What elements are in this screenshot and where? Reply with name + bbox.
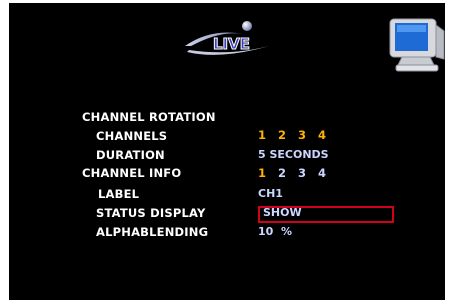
status-display-label: STATUS DISPLAY [96, 206, 206, 220]
channels-label: CHANNELS [96, 129, 168, 143]
label-value[interactable]: CH1 [258, 187, 283, 200]
channel-1-option[interactable]: 1 [258, 128, 278, 142]
channel-info-heading: CHANNEL INFO [82, 166, 182, 180]
channel-4-option[interactable]: 4 [318, 128, 338, 142]
label-label: LABEL [98, 187, 140, 201]
channel-info-1-option[interactable]: 1 [258, 166, 278, 180]
channel-info-4-option[interactable]: 4 [318, 166, 338, 180]
channel-rotation-heading: CHANNEL ROTATION [82, 110, 216, 124]
monitor-icon [389, 18, 445, 72]
alphablending-label: ALPHABLENDING [96, 225, 209, 239]
logo-text: LIVE [213, 35, 250, 53]
duration-label: DURATION [96, 148, 165, 162]
status-display-value[interactable]: SHOW [263, 206, 302, 219]
menu-screen: LIVE CHANNEL ROTATION CHANNELS 1 2 3 4 D… [9, 3, 445, 300]
live-logo-icon: LIVE [185, 21, 269, 55]
alphablending-value[interactable]: 10 % [258, 225, 292, 238]
channel-info-selector[interactable]: 1 2 3 4 [258, 166, 338, 180]
channel-3-option[interactable]: 3 [298, 128, 318, 142]
channels-selector[interactable]: 1 2 3 4 [258, 128, 338, 142]
channel-info-2-option[interactable]: 2 [278, 166, 298, 180]
channel-info-3-option[interactable]: 3 [298, 166, 318, 180]
channel-2-option[interactable]: 2 [278, 128, 298, 142]
duration-value[interactable]: 5 SECONDS [258, 148, 329, 161]
